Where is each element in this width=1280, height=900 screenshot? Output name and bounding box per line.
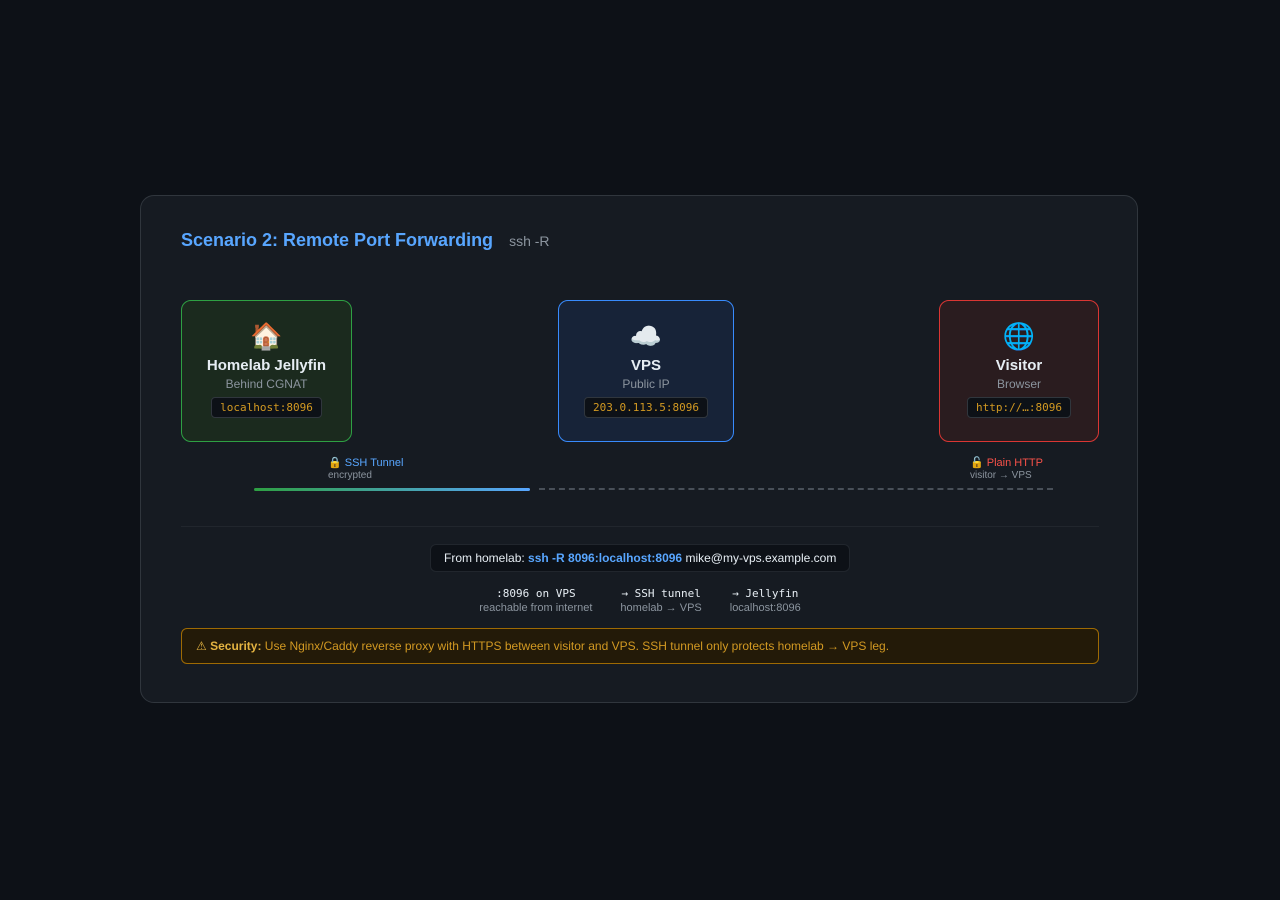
divider	[181, 526, 1099, 527]
vps-node: ☁️ VPS Public IP 203.0.113.5:8096	[558, 300, 734, 442]
plain-http-sub: visitor → VPS	[970, 470, 1032, 481]
step-desc: homelab → VPS	[620, 602, 702, 614]
plain-http-label: 🔓 Plain HTTP visitor → VPS	[970, 456, 1043, 481]
node-name: Visitor	[995, 357, 1043, 374]
security-note: ⚠ Security: Use Nginx/Caddy reverse prox…	[181, 628, 1099, 664]
step-desc: localhost:8096	[729, 602, 801, 614]
node-name: Homelab Jellyfin	[206, 357, 327, 374]
plain-http-title: 🔓 Plain HTTP	[970, 457, 1043, 469]
node-name: VPS	[630, 357, 661, 374]
header: Scenario 2: Remote Port Forwarding ssh -…	[181, 230, 550, 251]
homelab-node: 🏠 Homelab Jellyfin Behind CGNAT localhos…	[181, 300, 352, 442]
globe-icon: 🌐	[1002, 321, 1036, 351]
node-address: 203.0.113.5:8096	[584, 397, 708, 418]
ssh-tunnel-line	[254, 488, 530, 491]
plain-http-line	[539, 488, 1053, 490]
flow-step: → SSH tunnel homelab → VPS	[620, 587, 701, 614]
flow-step: :8096 on VPS reachable from internet	[479, 587, 592, 614]
ssh-tunnel-label: 🔒 SSH Tunnel encrypted	[328, 456, 403, 481]
node-address: localhost:8096	[211, 397, 322, 418]
node-desc: Browser	[996, 377, 1041, 391]
ssh-tunnel-sub: encrypted	[328, 470, 372, 481]
command-rest: mike@my-vps.example.com	[682, 551, 837, 565]
command-prefix: From homelab:	[444, 551, 529, 565]
step-desc: reachable from internet	[479, 602, 593, 614]
diagram-title: Scenario 2: Remote Port Forwarding	[181, 230, 494, 250]
diagram-card: Scenario 2: Remote Port Forwarding ssh -…	[140, 195, 1138, 703]
command-ssh: ssh -R 8096:localhost:8096	[528, 551, 683, 565]
security-text: Use Nginx/Caddy reverse proxy with HTTPS…	[261, 639, 890, 653]
flow-steps: :8096 on VPS reachable from internet → S…	[141, 587, 1139, 614]
step-title: :8096 on VPS	[496, 587, 576, 600]
diagram-subtitle: ssh -R	[509, 233, 550, 249]
node-desc: Behind CGNAT	[225, 377, 308, 391]
flow-step: → Jellyfin localhost:8096	[730, 587, 801, 614]
node-desc: Public IP	[622, 377, 670, 391]
visitor-node: 🌐 Visitor Browser http://…:8096	[939, 300, 1099, 442]
ssh-tunnel-title: 🔒 SSH Tunnel	[328, 457, 404, 469]
node-address: http://…:8096	[966, 397, 1072, 418]
house-icon: 🏠	[250, 321, 283, 351]
step-title: → SSH tunnel	[621, 587, 701, 600]
cloud-icon: ☁️	[629, 321, 663, 351]
step-title: → Jellyfin	[732, 587, 799, 600]
command-box: From homelab: ssh -R 8096:localhost:8096…	[430, 544, 851, 572]
warning-icon: ⚠ Security:	[196, 639, 262, 653]
